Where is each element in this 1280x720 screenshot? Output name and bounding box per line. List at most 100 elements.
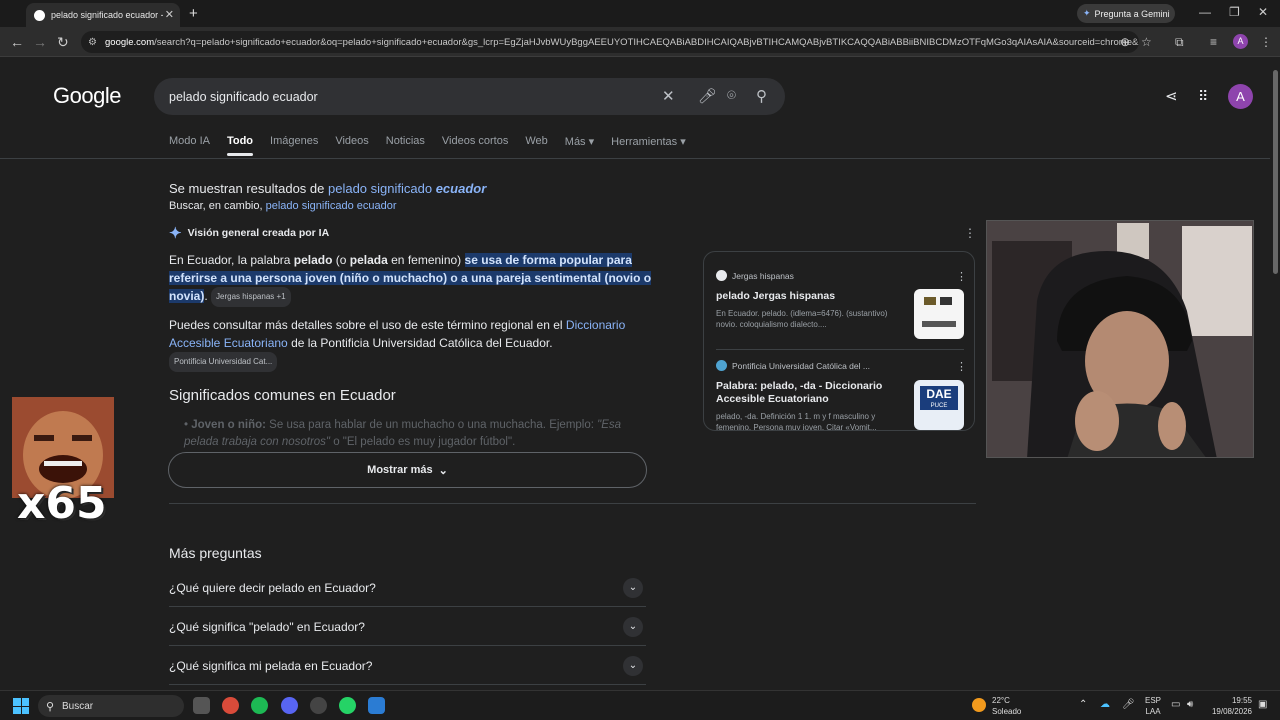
ai-sparkle-icon: ✦ [169,225,182,242]
tab-todo[interactable]: Todo [226,135,254,156]
source-card-2[interactable]: Pontificia Universidad Católica del ... … [716,360,967,431]
site-info-icon[interactable]: ⚙ [88,37,97,48]
p1-text-e: en femenino) [387,253,465,267]
source-chip-pontificia[interactable]: Pontificia Universidad Cat... [169,352,278,372]
onedrive-icon[interactable]: ☁ [1100,699,1110,710]
clear-search-icon[interactable]: ✕ [662,87,675,105]
bookmark-star-icon[interactable]: ☆ [1141,35,1152,49]
gemini-button[interactable]: ✦ Pregunta a Gemini [1077,4,1175,23]
show-more-label: Mostrar más [367,464,433,476]
share-icon[interactable]: ⋖ [1165,87,1178,105]
chevron-down-icon[interactable]: ⌄ [623,617,643,637]
chrome-icon[interactable] [222,697,239,714]
reading-list-icon[interactable]: ≡ [1210,35,1217,49]
whatsapp-icon[interactable] [339,697,356,714]
tab-web[interactable]: Web [525,135,547,148]
tab-imagenes[interactable]: Imágenes [270,135,318,148]
browser-tab[interactable]: pelado significado ecuador - B ✕ [26,3,180,27]
tab-modo-ia[interactable]: Modo IA [169,135,210,148]
source-snippet: En Ecuador. pelado. (idlema=6476). (sust… [716,309,888,329]
forward-icon[interactable]: → [33,34,47,50]
search-tabs: Modo IA Todo Imágenes Videos Noticias Vi… [169,135,703,156]
spotify-icon[interactable] [251,697,268,714]
lens-search-icon[interactable]: ⌾ [727,87,736,104]
tab-mas[interactable]: Más ▾ [565,135,594,148]
p2-text-a: Puedes consultar más detalles sobre el u… [169,318,566,332]
search-input[interactable]: pelado significado ecuador [154,78,785,115]
google-favicon-icon [34,9,45,21]
scrollbar-thumb[interactable] [1273,70,1278,274]
time: 19:55 [1231,696,1252,705]
showing-results-notice: Se muestran resultados de pelado signifi… [169,181,486,196]
obs-icon[interactable] [310,697,327,714]
address-bar[interactable]: ⚙ google.com/search?q=pelado+significado… [81,31,1139,53]
taskbar-search[interactable]: ⚲ Buscar [38,695,184,717]
notifications-icon[interactable]: ▣ [1258,699,1267,710]
original-query-link[interactable]: pelado significado ecuador [266,200,397,212]
new-tab-icon[interactable]: + [189,5,198,22]
question-item-3[interactable]: ¿Qué significa mi pelada en Ecuador? ⌄ [169,647,646,685]
question-item-1[interactable]: ¿Qué quiere decir pelado en Ecuador? ⌄ [169,569,646,607]
search-instead-notice: Buscar, en cambio, pelado significado ec… [169,200,397,212]
app-icon[interactable] [368,697,385,714]
language-indicator[interactable]: ESP LAA [1145,695,1161,717]
question-item-2[interactable]: ¿Qué significa "pelado" en Ecuador? ⌄ [169,608,646,646]
source-menu-icon[interactable]: ⋮ [956,360,967,373]
source-snippet: pelado, -da. Definición 1 1. m y f mascu… [716,412,877,431]
discord-icon[interactable] [281,697,298,714]
corrected-query-link[interactable]: pelado significado ecuador [328,181,486,196]
restore-icon[interactable]: ❐ [1229,5,1240,19]
ai-overview-menu-icon[interactable]: ⋮ [964,226,976,240]
show-more-button[interactable]: Mostrar más ⌄ [168,452,647,488]
close-window-icon[interactable]: ✕ [1258,5,1268,19]
thumbnail-graphic-icon [922,297,956,327]
corrected-query-text: pelado significado [328,181,433,196]
browser-profile-avatar[interactable]: A [1233,34,1248,49]
clock[interactable]: 19:55 19/08/2026 [1200,695,1252,717]
ai-overview-paragraph-2: Puedes consultar más detalles sobre el u… [169,317,639,372]
network-icon[interactable]: ▭ [1171,699,1180,710]
back-icon[interactable]: ← [10,34,24,50]
google-account-avatar[interactable]: A [1228,84,1253,109]
google-apps-icon[interactable]: ⠿ [1198,88,1208,105]
tab-videos[interactable]: Videos [335,135,368,148]
task-view-icon[interactable] [193,697,210,714]
zoom-icon[interactable]: ⊕ [1120,35,1130,49]
voice-search-icon[interactable]: 🎤︎ [698,87,717,105]
section-divider [169,503,976,504]
chevron-down-icon[interactable]: ⌄ [623,578,643,598]
tab-title: pelado significado ecuador - B [51,10,163,20]
extensions-icon[interactable]: ⧉ [1175,35,1184,50]
volume-icon[interactable]: 🔊︎ [1187,699,1193,710]
ai-overview-title: Visión general creada por IA [187,227,330,239]
browser-menu-icon[interactable]: ⋮ [1260,35,1272,49]
weather-condition: Soleado [992,707,1022,716]
tab-videos-cortos[interactable]: Videos cortos [442,135,508,148]
google-logo[interactable]: Google [53,83,121,109]
source-card-1[interactable]: Jergas hispanas pelado Jergas hispanas E… [716,270,967,339]
source-menu-icon[interactable]: ⋮ [956,270,967,283]
minimize-icon[interactable]: — [1199,5,1211,19]
chevron-down-icon[interactable]: ⌄ [623,656,643,676]
question-text: ¿Qué significa "pelado" en Ecuador? [169,619,365,634]
instead-prefix: Buscar, en cambio, [169,200,263,212]
reload-icon[interactable]: ↻ [57,34,69,51]
tab-herramientas[interactable]: Herramientas ▾ [611,135,686,148]
question-text: ¿Qué quiere decir pelado en Ecuador? [169,580,376,595]
tab-strip: pelado significado ecuador - B ✕ + ✦ Pre… [0,0,1280,27]
source-title: Palabra: pelado, -da - Diccionario Acces… [716,380,883,405]
question-text: ¿Qué significa mi pelada en Ecuador? [169,658,373,673]
tray-chevron-icon[interactable]: ⌃ [1079,699,1087,710]
p1-text-c: (o [332,253,350,267]
windows-start-icon[interactable] [13,698,29,714]
tab-noticias[interactable]: Noticias [386,135,425,148]
sun-icon [972,698,986,712]
site-favicon-icon [716,270,727,281]
source-chip-jergas[interactable]: Jergas hispanas +1 [211,287,291,307]
mic-icon[interactable]: 🎤︎ [1122,699,1135,710]
source-thumbnail: DAE PUCE [914,380,964,430]
close-tab-icon[interactable]: ✕ [165,8,174,21]
page-scrollbar[interactable] [1270,58,1280,690]
search-icon[interactable]: ⚲ [756,87,767,105]
source-divider [716,349,964,350]
